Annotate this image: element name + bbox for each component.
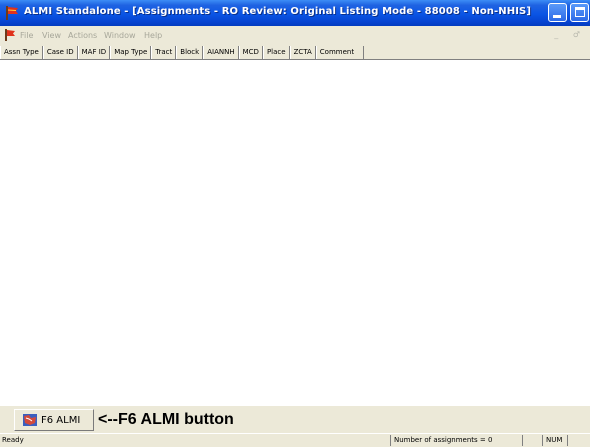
- menu-help[interactable]: Help: [144, 31, 162, 40]
- minimize-button[interactable]: [548, 3, 567, 22]
- map-icon: [23, 414, 37, 426]
- menu-bar: File View Actions Window Help _ ♂: [0, 26, 590, 45]
- column-case-id[interactable]: Case ID: [42, 46, 78, 59]
- assignments-list[interactable]: [0, 60, 590, 406]
- maximize-icon: [575, 7, 585, 17]
- document-flag-icon[interactable]: [3, 28, 17, 42]
- column-comment[interactable]: Comment: [315, 46, 364, 59]
- f6-toolbar: F6 ALMI <--F6 ALMI button: [0, 407, 590, 433]
- menu-actions[interactable]: Actions: [68, 31, 97, 40]
- status-empty-pane-2: [567, 435, 590, 446]
- f6-almi-button[interactable]: F6 ALMI: [14, 409, 94, 431]
- status-num-lock: NUM: [542, 435, 567, 446]
- column-header: Assn Type Case ID MAF ID Map Type Tract …: [0, 46, 590, 60]
- column-mcd[interactable]: MCD: [238, 46, 263, 59]
- minimize-icon: [553, 15, 561, 18]
- maximize-button[interactable]: [570, 3, 589, 22]
- column-block[interactable]: Block: [176, 46, 204, 59]
- menu-view[interactable]: View: [42, 31, 61, 40]
- column-place[interactable]: Place: [262, 46, 290, 59]
- title-bar[interactable]: ALMI Standalone - [Assignments - RO Revi…: [0, 0, 590, 26]
- column-aiannh[interactable]: AIANNH: [203, 46, 239, 59]
- status-empty-pane: [522, 435, 542, 446]
- f6-annotation: <--F6 ALMI button: [98, 411, 234, 428]
- window-title: ALMI Standalone - [Assignments - RO Revi…: [24, 6, 531, 17]
- column-assn-type[interactable]: Assn Type: [0, 46, 43, 59]
- f6-almi-label: F6 ALMI: [41, 414, 81, 426]
- column-map-type[interactable]: Map Type: [110, 46, 152, 59]
- status-ready: Ready: [2, 436, 24, 444]
- status-assignment-count: Number of assignments = 0: [390, 435, 515, 446]
- menu-window[interactable]: Window: [104, 31, 136, 40]
- mdi-window-controls[interactable]: _ ♂: [554, 30, 586, 39]
- menu-file[interactable]: File: [20, 31, 33, 40]
- column-zcta[interactable]: ZCTA: [289, 46, 316, 59]
- status-bar: Ready Number of assignments = 0 NUM: [0, 433, 590, 447]
- almi-flag-icon[interactable]: [4, 5, 20, 21]
- column-maf-id[interactable]: MAF ID: [77, 46, 111, 59]
- column-tract[interactable]: Tract: [151, 46, 177, 59]
